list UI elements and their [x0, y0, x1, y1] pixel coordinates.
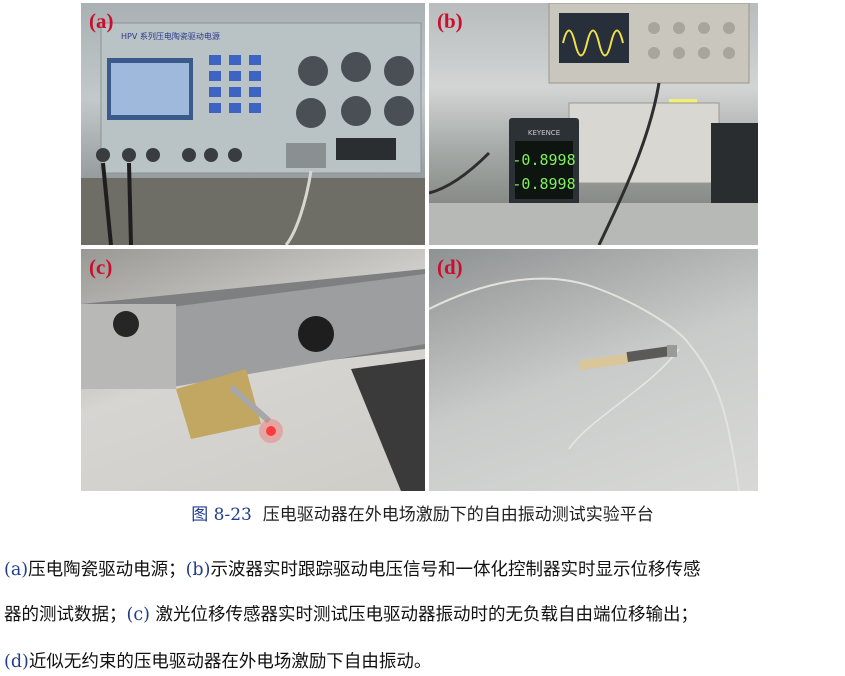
description-line-2: 器的测试数据；(c) 激光位移传感器实时测试压电驱动器振动时的无负载自由端位移输… — [4, 601, 842, 626]
desc-c: 激光位移传感器实时测试压电驱动器振动时的无负载自由端位移输出； — [149, 605, 699, 625]
photo-a-panel-text: HPV 系列压电陶瓷驱动电源 — [121, 31, 220, 41]
photo-d-illustration — [429, 277, 740, 491]
desc-a: 压电陶瓷驱动电源； — [28, 560, 186, 580]
ref-b: (b) — [185, 560, 211, 580]
figure-caption: 图 8-23 压电驱动器在外电场激励下的自由振动测试实验平台 — [0, 500, 845, 525]
panel-c-label: (c) — [89, 255, 113, 279]
ref-d: (d) — [4, 652, 29, 672]
panel-a-label: (a) — [89, 9, 114, 33]
figure-title: 压电驱动器在外电场激励下的自由振动测试实验平台 — [262, 505, 654, 525]
photo-c-illustration — [81, 269, 425, 491]
controller-readout-2: -0.8998 — [512, 175, 575, 193]
controller-readout-1: -0.8998 — [512, 151, 575, 169]
controller-brand: KEYENCE — [528, 129, 560, 137]
figure-number: 图 8-23 — [191, 505, 252, 525]
description-line-3: (d)近似无约束的压电驱动器在外电场激励下自由振动。 — [4, 648, 842, 673]
figure-photo-grid: HPV 系列压电陶瓷驱动电源 (a) KEYENCE -0.8998 -0.89… — [81, 3, 758, 491]
ref-a: (a) — [4, 560, 29, 580]
panel-d-label: (d) — [437, 255, 463, 279]
desc-b: 示波器实时跟踪驱动电压信号和一体化控制器实时显示位移传感 — [210, 560, 701, 580]
ref-c: (c) — [126, 605, 150, 625]
photo-b-illustration: KEYENCE -0.8998 -0.8998 — [429, 3, 758, 245]
photo-panel-a: HPV 系列压电陶瓷驱动电源 (a) — [81, 3, 425, 245]
desc-d: 近似无约束的压电驱动器在外电场激励下自由振动。 — [28, 652, 432, 672]
desc-b-cont: 器的测试数据； — [4, 605, 127, 625]
panel-b-label: (b) — [437, 9, 463, 33]
photo-panel-d: (d) — [429, 249, 758, 491]
photo-a-illustration: HPV 系列压电陶瓷驱动电源 — [81, 22, 425, 245]
description-line-1: (a)压电陶瓷驱动电源；(b)示波器实时跟踪驱动电压信号和一体化控制器实时显示位… — [4, 556, 842, 581]
photo-panel-b: KEYENCE -0.8998 -0.8998 (b) — [429, 3, 758, 245]
photo-panel-c: (c) — [81, 249, 425, 491]
